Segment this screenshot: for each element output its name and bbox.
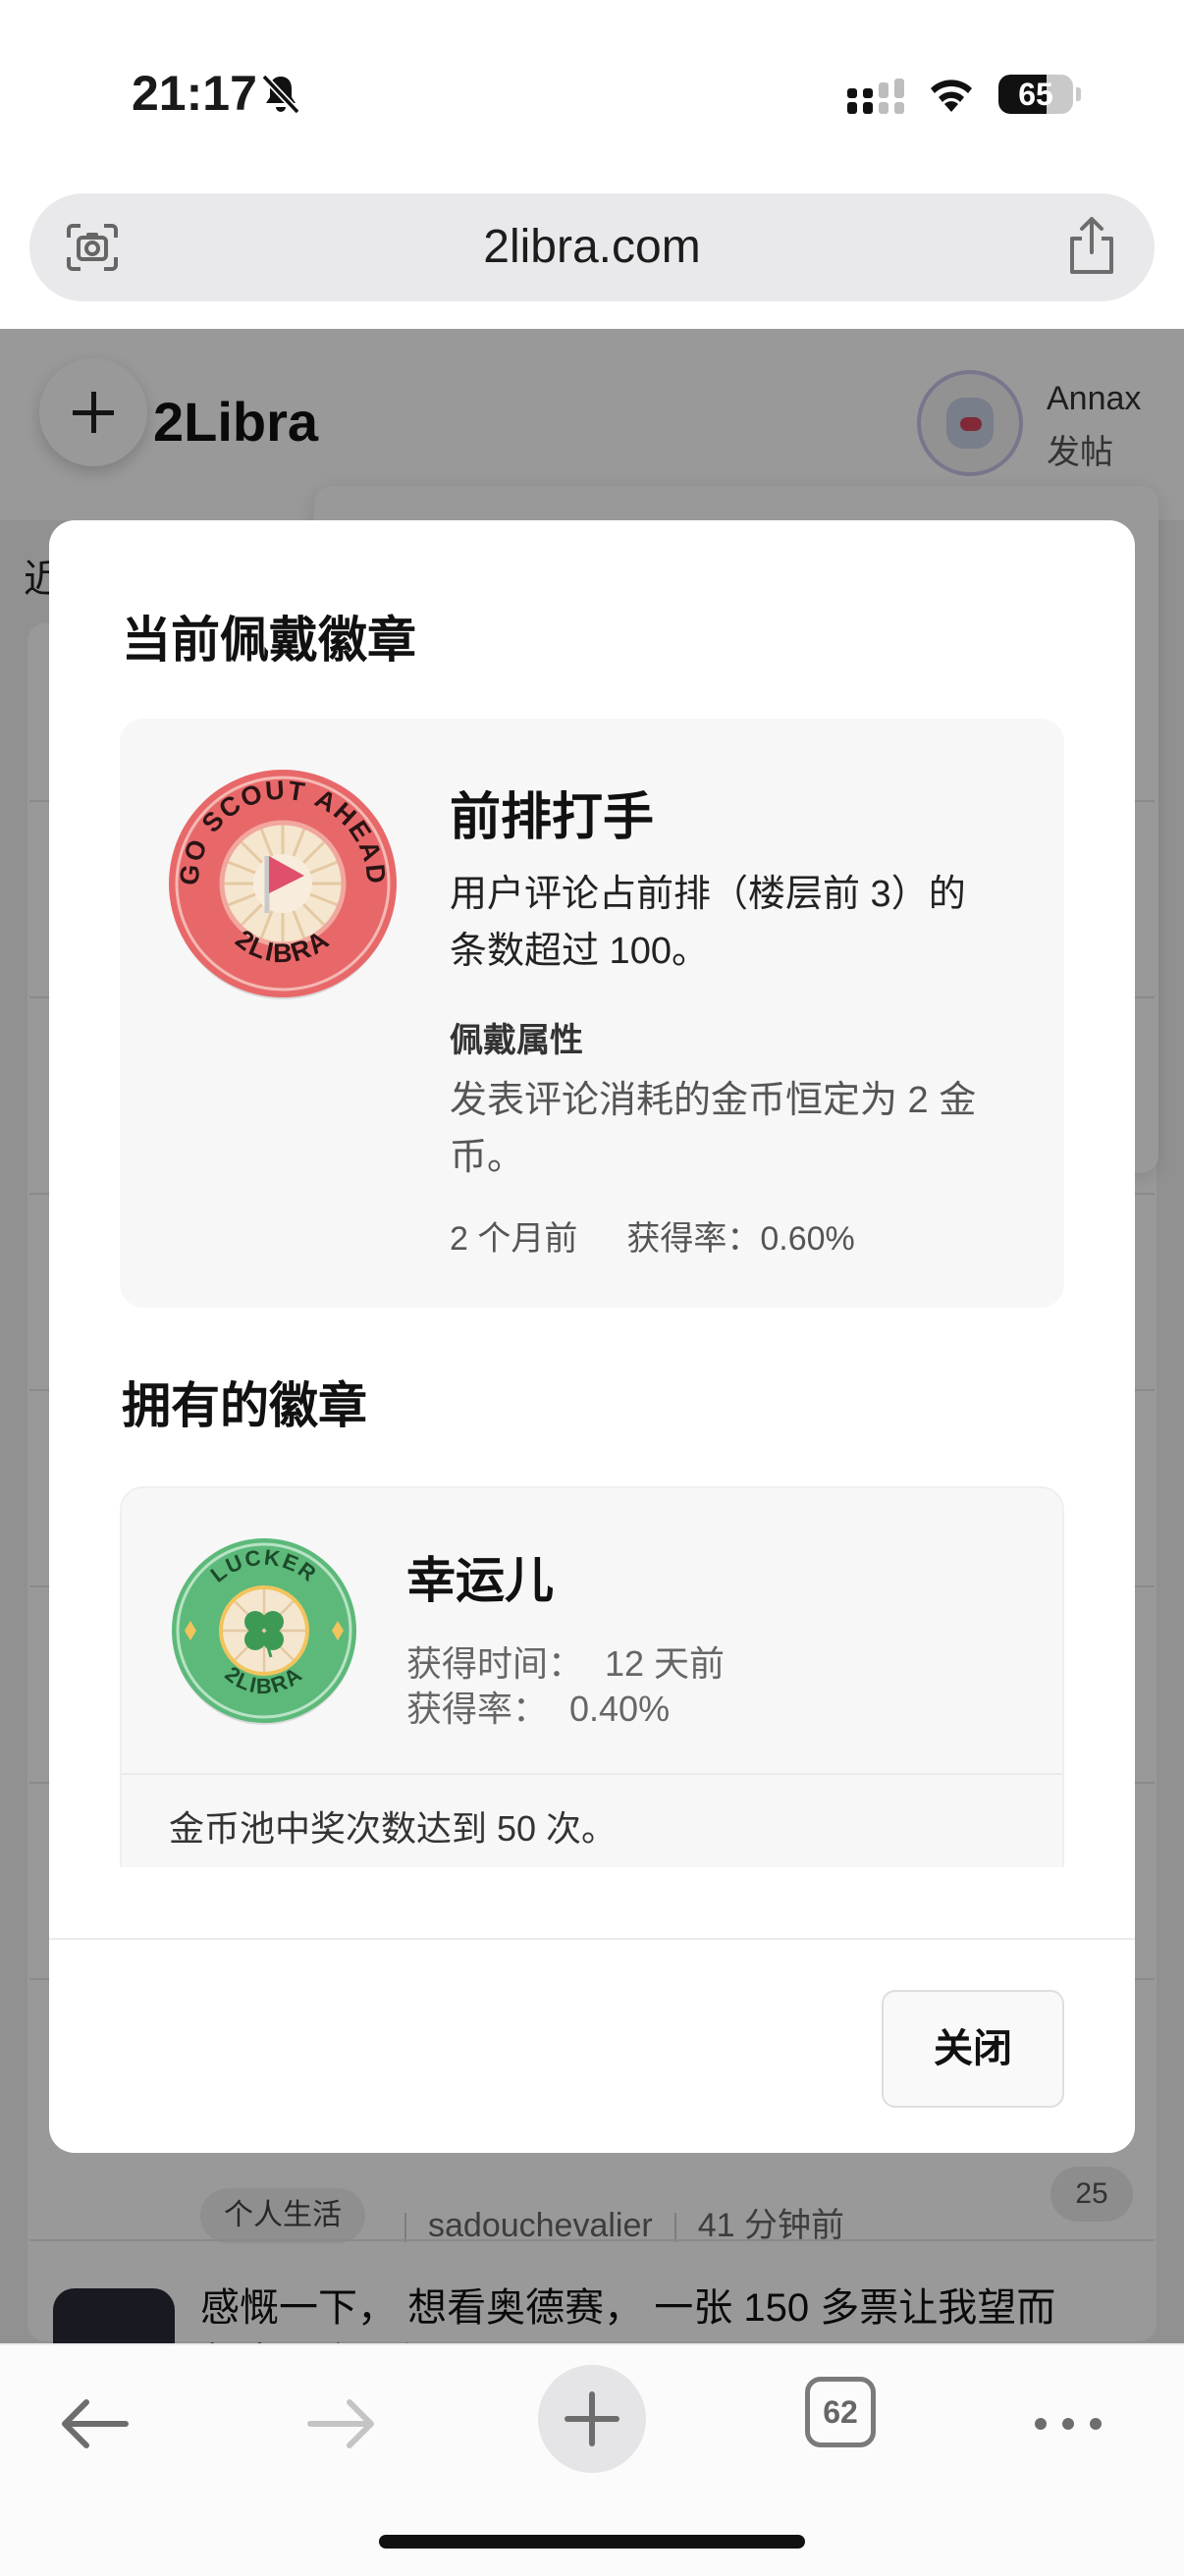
- wear-attribute-text: 发表评论消耗的金币恒定为 2 金币。: [450, 1080, 977, 1178]
- more-options-icon[interactable]: [1021, 2377, 1115, 2471]
- divider: [122, 1773, 1062, 1775]
- address-bar[interactable]: 2libra.com: [29, 193, 1155, 301]
- owned-badge-description: 金币池中奖次数达到 50 次。: [169, 1808, 618, 1849]
- new-tab-button[interactable]: [538, 2365, 646, 2473]
- forward-arrow-icon[interactable]: [295, 2377, 389, 2471]
- current-badge-rate: 获得率：0.60%: [626, 1220, 855, 1258]
- cellular-signal-icon: [847, 79, 904, 114]
- battery-level: 65: [1018, 77, 1053, 112]
- owned-badge-card[interactable]: LUCKER 2LIBRA 幸运儿 获得时间： 12 天前 获得率： 0.40% 金…: [120, 1486, 1064, 1867]
- close-button[interactable]: 关闭: [882, 1990, 1064, 2108]
- dialog-footer-divider: [49, 1938, 1135, 1940]
- plus-icon: [565, 2391, 619, 2446]
- owned-badge-rate: 获得率： 0.40%: [406, 1681, 670, 1732]
- badge-dialog: 当前佩戴徽章 GO SCOUT AHEAD 2LIBRA 前排打手 用户评论占前…: [49, 520, 1135, 2153]
- dialog-scroll-area[interactable]: 当前佩戴徽章 GO SCOUT AHEAD 2LIBRA 前排打手 用户评论占前…: [49, 520, 1135, 1867]
- owned-badge-time: 获得时间： 12 天前: [406, 1636, 725, 1687]
- status-bar: 21:17 65: [0, 0, 1184, 187]
- owned-badge-time-value: 12 天前: [605, 1643, 726, 1684]
- go-scout-ahead-badge-icon: GO SCOUT AHEAD 2LIBRA: [169, 770, 397, 999]
- current-badge-name: 前排打手: [450, 789, 655, 846]
- status-time: 21:17: [132, 66, 257, 121]
- current-badge-acquired: 2 个月前: [450, 1220, 578, 1258]
- current-badge-card: GO SCOUT AHEAD 2LIBRA 前排打手 用户评论占前排（楼层前 3…: [120, 719, 1064, 1308]
- wifi-icon: [931, 80, 972, 112]
- lucker-badge-icon: LUCKER 2LIBRA: [172, 1538, 356, 1725]
- current-badge-heading: 当前佩戴徽章: [122, 613, 416, 668]
- owned-badges-heading: 拥有的徽章: [122, 1378, 367, 1433]
- owned-badge-time-label: 获得时间：: [406, 1643, 584, 1684]
- owned-badge-rate-label: 获得率：: [406, 1689, 549, 1729]
- bell-muted-icon: [261, 74, 300, 115]
- owned-badge-name: 幸运儿: [406, 1553, 554, 1608]
- share-icon[interactable]: [1064, 215, 1119, 276]
- wear-attribute-label: 佩戴属性: [450, 1022, 583, 1059]
- current-badge-description: 用户评论占前排（楼层前 3）的条数超过 100。: [450, 874, 966, 972]
- url-text: 2libra.com: [483, 221, 701, 273]
- back-arrow-icon[interactable]: [47, 2377, 141, 2471]
- owned-badge-rate-value: 0.40%: [569, 1689, 671, 1729]
- current-badge-meta: 2 个月前 获得率：0.60%: [450, 1211, 855, 1260]
- tabs-button[interactable]: 62: [805, 2377, 876, 2447]
- battery-indicator: 65: [998, 75, 1081, 114]
- home-indicator: [379, 2535, 805, 2549]
